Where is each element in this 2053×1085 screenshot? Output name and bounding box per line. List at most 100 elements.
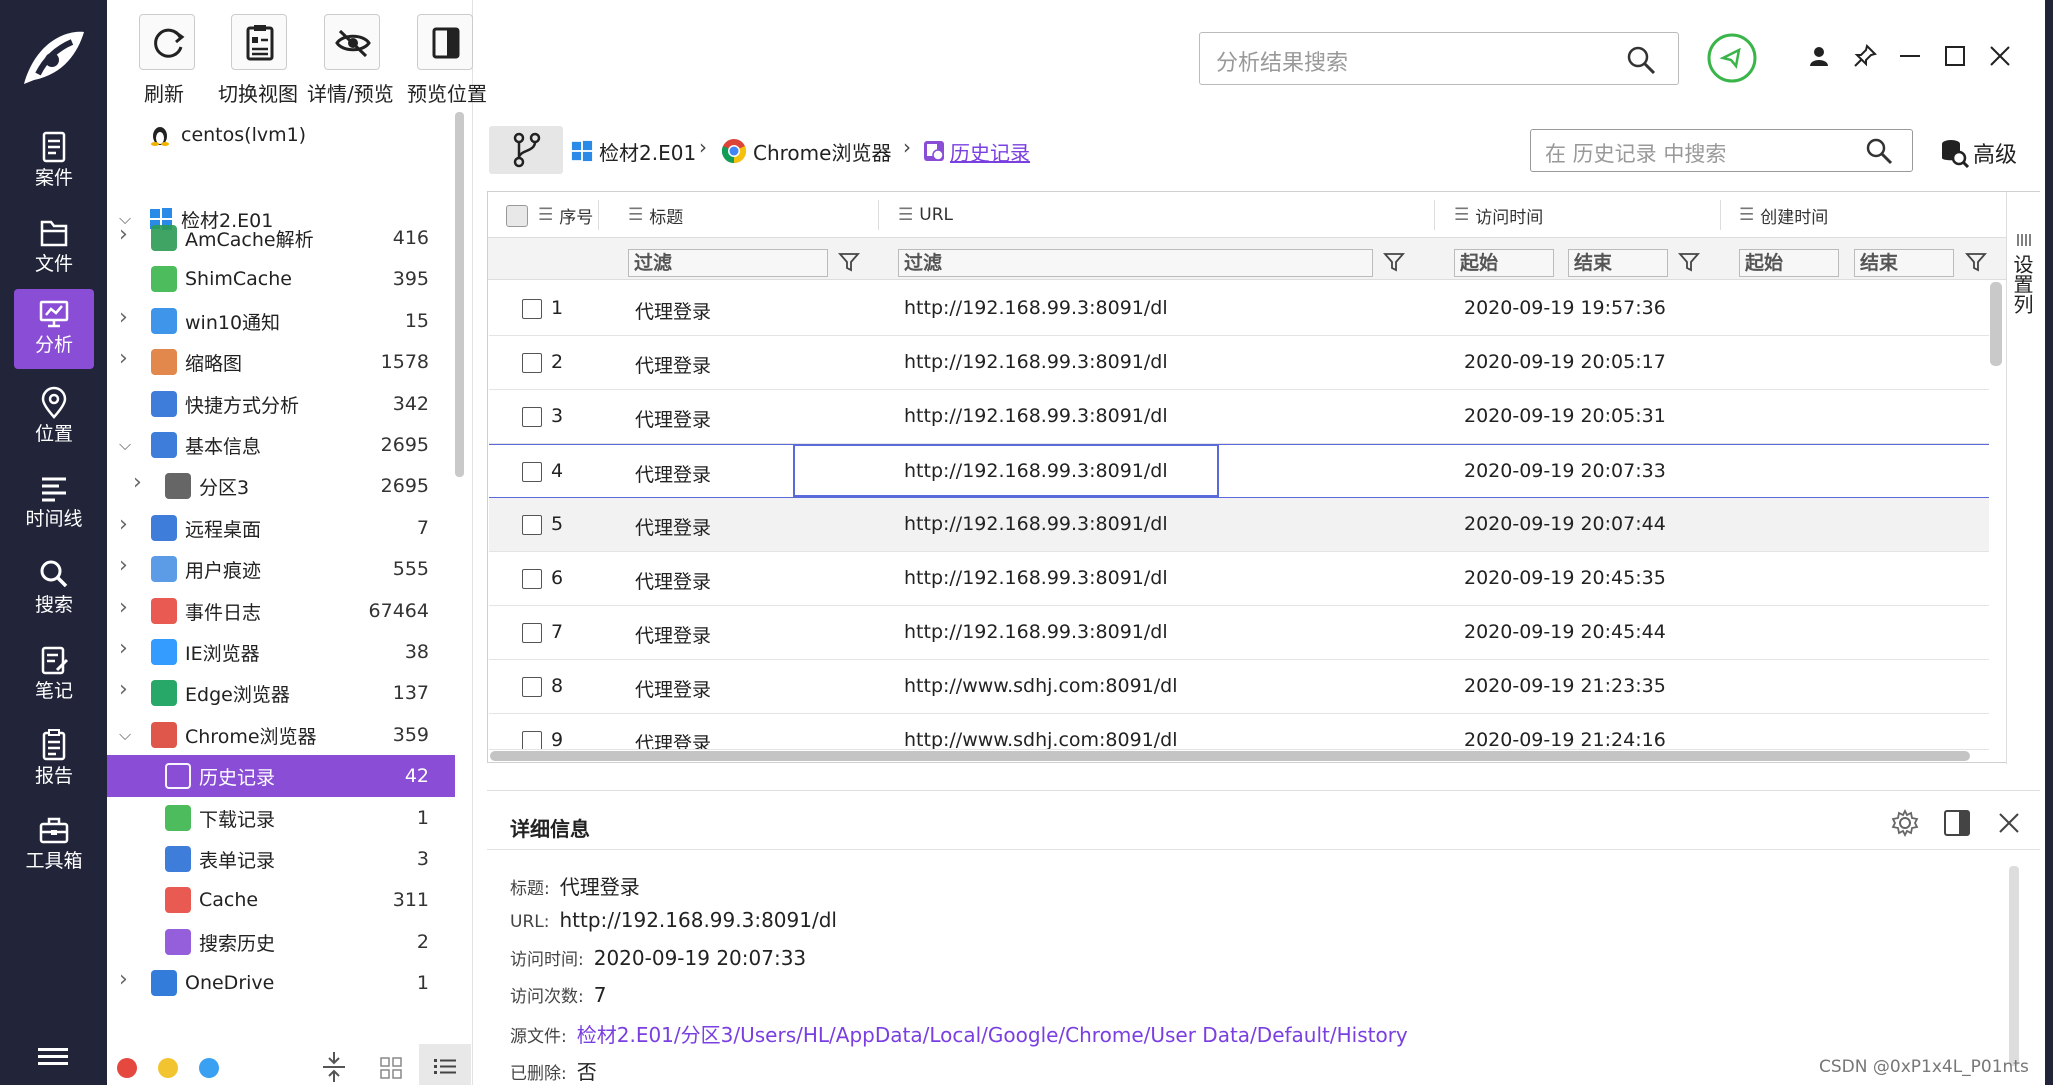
refresh-button[interactable] [139,14,195,70]
chevron-right-icon[interactable]: › [133,472,147,494]
tree-node-item-13[interactable]: 历史记录 42 [107,755,455,797]
search-icon[interactable] [1865,137,1893,165]
chevron-down-icon[interactable]: ⌵ [119,437,133,453]
nav-item-case[interactable]: 案件 [14,122,94,202]
tree-node-3[interactable]: › 分区3 2695 [107,465,455,507]
nav-item-notes[interactable]: 笔记 [14,635,94,715]
close-icon[interactable] [1997,811,2021,835]
row-checkbox[interactable] [522,623,542,643]
nav-item-analysis[interactable]: 分析 [14,289,94,369]
tree-node-item-4[interactable]: 快捷方式分析 342 [107,383,455,425]
row-checkbox[interactable] [522,677,542,697]
tree-node-item-8[interactable]: › 用户痕迹 555 [107,548,455,590]
chevron-down-icon[interactable]: ⌵ [119,727,133,743]
grid-horizontal-scrollbar[interactable] [490,751,1970,761]
visit-end-input[interactable]: 结束 [1568,249,1668,277]
tree-node-ie[interactable]: › IE浏览器 38 [107,631,455,673]
nav-item-toolbox[interactable]: 工具箱 [14,805,94,885]
tree-node-cache[interactable]: Cache 311 [107,879,455,921]
advanced-search-icon[interactable] [1939,138,1969,168]
tree-node-shimcache[interactable]: ShimCache 395 [107,258,455,300]
chevron-right-icon[interactable]: › [119,969,133,991]
url-filter-input[interactable]: 过滤 [898,249,1373,277]
table-row[interactable]: 4 代理登录 http://192.168.99.3:8091/dl 2020-09-… [489,444,1989,498]
row-checkbox[interactable] [522,515,542,535]
gear-icon[interactable] [1891,809,1919,837]
tree-node-item-7[interactable]: › 远程桌面 7 [107,507,455,549]
table-row[interactable]: 6 代理登录 http://192.168.99.3:8091/dl 2020-09-… [489,552,1989,606]
grid-vertical-scrollbar[interactable] [1990,282,2002,366]
blue-dot-icon[interactable] [199,1058,219,1078]
grid-view-icon[interactable] [379,1056,403,1080]
advanced-search-label[interactable]: 高级 [1973,137,2017,169]
filter-icon[interactable] [1965,251,1987,273]
tree-node-item-17[interactable]: 搜索历史 2 [107,921,455,963]
collapse-all-icon[interactable] [321,1052,347,1082]
column-header-title[interactable]: ☰ 标题 [628,192,683,238]
column-header-visit-time[interactable]: ☰ 访问时间 [1454,192,1543,238]
focused-cell[interactable] [793,444,1219,497]
column-header-create-time[interactable]: ☰ 创建时间 [1739,192,1828,238]
red-dot-icon[interactable] [117,1058,137,1078]
row-checkbox[interactable] [522,299,542,319]
source-file-link[interactable]: 检材2.E01/分区3/Users/HL/AppData/Local/Googl… [577,1023,1408,1047]
maximize-icon[interactable] [1943,44,1967,68]
chevron-right-icon[interactable]: › [119,638,133,660]
chevron-right-icon[interactable]: › [119,555,133,577]
tree-node-centos[interactable]: centos(lvm1) [107,114,455,156]
nav-item-location[interactable]: 位置 [14,378,94,458]
search-icon[interactable] [1626,45,1656,75]
tree-node-win10[interactable]: › win10通知 15 [107,300,455,342]
row-checkbox[interactable] [522,731,542,749]
tree-node-item-5[interactable]: ⌵ 基本信息 2695 [107,424,455,466]
nav-item-timeline[interactable]: 时间线 [14,463,94,543]
branch-button[interactable] [489,126,563,174]
table-row[interactable]: 7 代理登录 http://192.168.99.3:8091/dl 2020-09-… [489,606,1989,660]
column-header-url[interactable]: ☰ URL [898,192,953,238]
menu-icon[interactable] [38,1046,68,1068]
nav-item-search[interactable]: 搜索 [14,549,94,629]
row-checkbox[interactable] [522,407,542,427]
tree-node-item-9[interactable]: › 事件日志 67464 [107,590,455,632]
breadcrumb-item-history[interactable]: 历史记录 [950,137,1030,166]
tree-node-item-3[interactable]: › 缩略图 1578 [107,341,455,383]
nav-item-file[interactable]: 文件 [14,208,94,288]
green-badge-icon[interactable] [1706,32,1758,84]
tree-node-item-14[interactable]: 下载记录 1 [107,797,455,839]
select-all-checkbox[interactable] [506,205,528,227]
breadcrumb-item-chrome[interactable]: Chrome浏览器 [753,137,891,166]
detail-scrollbar[interactable] [2009,866,2019,1066]
table-row[interactable]: 8 代理登录 http://www.sdhj.com:8091/dl 2020-09-… [489,660,1989,714]
chevron-right-icon[interactable]: › [119,224,133,246]
minimize-icon[interactable] [1898,44,1922,68]
tree-node-amcache[interactable]: › AmCache解析 416 [107,217,455,259]
list-view-button[interactable] [419,1044,471,1085]
table-row[interactable]: 5 代理登录 http://192.168.99.3:8091/dl 2020-09-… [489,498,1989,552]
row-checkbox[interactable] [522,569,542,589]
row-checkbox[interactable] [522,462,542,482]
close-icon[interactable] [1988,44,2012,68]
table-row[interactable]: 3 代理登录 http://192.168.99.3:8091/dl 2020-09-… [489,390,1989,444]
yellow-dot-icon[interactable] [158,1058,178,1078]
chevron-right-icon[interactable]: › [119,679,133,701]
visit-start-input[interactable]: 起始 [1454,249,1554,277]
nav-item-report[interactable]: 报告 [14,720,94,800]
chevron-right-icon[interactable]: › [119,307,133,329]
table-row[interactable]: 2 代理登录 http://192.168.99.3:8091/dl 2020-09-… [489,336,1989,390]
column-header-seq[interactable]: ☰ 序号 [538,192,593,238]
tree-node-edge[interactable]: › Edge浏览器 137 [107,672,455,714]
chevron-right-icon[interactable]: › [119,514,133,536]
history-search-input[interactable]: 在 历史记录 中搜索 [1530,129,1913,172]
analysis-search-input[interactable]: 分析结果搜索 [1199,32,1679,85]
breadcrumb-item-evidence[interactable]: 检材2.E01 [599,137,696,166]
tree-node-chrome[interactable]: ⌵ Chrome浏览器 359 [107,714,455,756]
chevron-right-icon[interactable]: › [119,348,133,370]
create-start-input[interactable]: 起始 [1739,249,1839,277]
panel-layout-icon[interactable] [1943,809,1971,837]
title-filter-input[interactable]: 过滤 [628,249,828,277]
filter-icon[interactable] [838,251,860,273]
filter-icon[interactable] [1383,251,1405,273]
preview-position-button[interactable] [417,14,473,70]
create-end-input[interactable]: 结束 [1854,249,1954,277]
user-icon[interactable] [1807,44,1831,68]
